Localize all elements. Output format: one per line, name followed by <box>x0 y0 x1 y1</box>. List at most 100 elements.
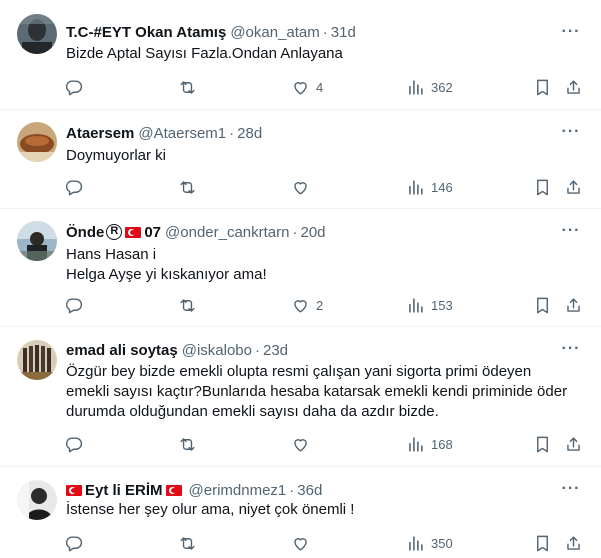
views-button[interactable]: 146 <box>406 177 453 197</box>
more-icon[interactable]: ··· <box>561 22 581 42</box>
username[interactable]: @iskalobo <box>182 342 252 359</box>
share-button[interactable] <box>564 533 583 553</box>
like-icon <box>294 537 307 551</box>
avatar[interactable] <box>17 221 57 261</box>
retweet-button[interactable] <box>178 177 203 197</box>
action-bar: 146 <box>56 177 585 197</box>
share-button[interactable] <box>564 295 583 315</box>
tweet-text: Hans Hasan i Helga Ayşe yi kıskanıyor am… <box>66 245 581 285</box>
username[interactable]: @okan_atam <box>230 24 319 41</box>
separator: · <box>229 124 235 142</box>
timestamp[interactable]: 31d <box>331 24 356 41</box>
username[interactable]: @erimdnmez1 <box>189 482 287 499</box>
tweet[interactable]: Eyt li ERİM @erimdnmez1 · 36d İstense he… <box>0 466 601 558</box>
bookmark-icon <box>537 179 548 195</box>
timestamp[interactable]: 23d <box>263 342 288 359</box>
reply-button[interactable] <box>64 177 89 197</box>
retweet-button[interactable] <box>178 533 203 553</box>
bookmark-icon <box>537 297 548 313</box>
tweet-text-line: İstense her şey olur ama, niyet çok önem… <box>66 501 355 518</box>
tweet-text-line: Özgür bey bizde emekli olupta resmi çalı… <box>66 363 532 380</box>
tweet[interactable]: Ataersem @Ataersem1 · 28d Doymuyorlar ki <box>0 109 601 208</box>
share-icon <box>567 436 580 451</box>
more-icon[interactable]: ··· <box>561 479 581 499</box>
username[interactable]: @onder_cankrtarn <box>165 224 289 241</box>
like-icon <box>294 299 307 313</box>
avatar[interactable] <box>17 122 57 162</box>
reply-button[interactable] <box>64 533 89 553</box>
timestamp[interactable]: 20d <box>301 224 326 241</box>
views-icon <box>409 535 423 551</box>
username[interactable]: @Ataersem1 <box>138 125 226 142</box>
tweet-header: Önde R 07 @onder_cankrtarn · 20d <box>66 222 541 242</box>
like-button[interactable]: 4 <box>291 77 323 97</box>
like-icon <box>294 438 307 452</box>
display-name[interactable]: T.C-#EYT Okan Atamış <box>66 24 226 41</box>
display-name[interactable]: Ataersem <box>66 125 134 142</box>
tweet[interactable]: T.C-#EYT Okan Atamış @okan_atam · 31d ··… <box>0 0 601 109</box>
tweet-text: İstense her şey olur ama, niyet çok önem… <box>66 500 581 520</box>
separator: · <box>322 23 328 41</box>
views-button[interactable]: 168 <box>406 434 453 454</box>
retweet-button[interactable] <box>178 434 203 454</box>
like-button[interactable] <box>291 177 316 197</box>
avatar[interactable] <box>17 340 57 380</box>
tweet-header: T.C-#EYT Okan Atamış @okan_atam · 31d <box>66 22 541 42</box>
share-button[interactable] <box>564 77 583 97</box>
view-count: 153 <box>431 297 453 313</box>
like-button[interactable] <box>291 533 316 553</box>
share-button[interactable] <box>564 434 583 454</box>
view-count: 146 <box>431 179 453 195</box>
retweet-icon <box>180 180 195 194</box>
views-button[interactable]: 362 <box>406 77 453 97</box>
share-icon <box>567 79 580 94</box>
separator: · <box>289 481 295 499</box>
more-icon[interactable]: ··· <box>561 122 581 142</box>
reply-icon <box>65 436 83 452</box>
tweet[interactable]: emad ali soytaş @iskalobo · 23d Özgür be… <box>0 326 601 466</box>
bookmark-button[interactable] <box>533 533 552 553</box>
share-icon <box>567 179 580 194</box>
display-name-suffix[interactable]: 07 <box>144 224 161 241</box>
like-button[interactable] <box>291 434 316 454</box>
avatar[interactable] <box>17 14 57 54</box>
display-name[interactable]: Eyt li ERİM <box>85 482 163 499</box>
avatar[interactable] <box>17 480 57 520</box>
bookmark-button[interactable] <box>533 77 552 97</box>
views-button[interactable]: 153 <box>406 295 453 315</box>
timestamp[interactable]: 28d <box>237 125 262 142</box>
tweet-text-line: emekli sayısı kaçtır?Bunlarıda hesaba ka… <box>66 383 568 400</box>
reply-button[interactable] <box>64 77 89 97</box>
registered-icon: R <box>106 224 123 240</box>
views-button[interactable]: 350 <box>406 533 453 553</box>
display-name[interactable]: emad ali soytaş <box>66 342 178 359</box>
more-icon[interactable]: ··· <box>561 221 581 241</box>
views-icon <box>409 436 423 452</box>
tweet-text-line: Hans Hasan i <box>66 246 157 263</box>
bookmark-button[interactable] <box>533 434 552 454</box>
bookmark-button[interactable] <box>533 177 552 197</box>
views-icon <box>409 179 423 195</box>
like-button[interactable]: 2 <box>291 295 323 315</box>
turkish-flag-icon <box>125 226 142 238</box>
tweet-text: Doymuyorlar ki <box>66 146 581 166</box>
bookmark-icon <box>537 79 548 95</box>
retweet-button[interactable] <box>178 77 203 97</box>
reply-button[interactable] <box>64 295 89 315</box>
more-icon[interactable]: ··· <box>561 339 581 359</box>
action-bar: 168 <box>56 434 585 454</box>
display-name[interactable]: Önde <box>66 224 104 241</box>
action-bar: 4 362 <box>56 77 585 97</box>
tweet-text-line: durumda olduğundan emekli sayısı daha da… <box>66 403 439 420</box>
view-count: 168 <box>431 436 453 452</box>
like-icon <box>294 81 307 95</box>
timestamp[interactable]: 36d <box>297 482 322 499</box>
bookmark-icon <box>537 535 548 551</box>
retweet-button[interactable] <box>178 295 203 315</box>
bookmark-button[interactable] <box>533 295 552 315</box>
tweet[interactable]: Önde R 07 @onder_cankrtarn · 20d Hans Ha… <box>0 208 601 326</box>
like-icon <box>294 181 307 195</box>
share-button[interactable] <box>564 177 583 197</box>
reply-button[interactable] <box>64 434 89 454</box>
share-icon <box>567 297 580 312</box>
